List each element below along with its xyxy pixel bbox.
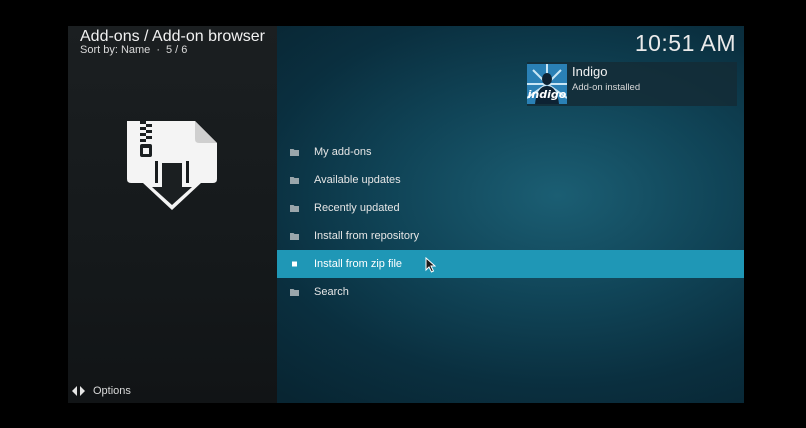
menu-item-install-from-repository[interactable]: Install from repository bbox=[277, 222, 744, 250]
menu-item-my-addons[interactable]: My add-ons bbox=[277, 138, 744, 166]
mouse-cursor-icon bbox=[425, 257, 436, 273]
menu-item-label: Search bbox=[314, 286, 349, 298]
menu-item-install-from-zip-file[interactable]: Install from zip file bbox=[277, 250, 744, 278]
folder-icon bbox=[290, 177, 299, 184]
options-label: Options bbox=[93, 385, 131, 397]
kodi-screen: Options Add-ons / Add-on browser Sort by… bbox=[68, 26, 744, 403]
menu-item-label: Install from repository bbox=[314, 230, 420, 242]
sort-info: Sort by: Name · 5 / 6 bbox=[80, 44, 187, 56]
indigo-logo-text: indigo bbox=[528, 88, 567, 101]
options-arrows-icon bbox=[72, 386, 85, 396]
folder-icon bbox=[290, 205, 299, 212]
notification-title: Indigo bbox=[572, 64, 608, 79]
notification-toast: indigo Indigo Add-on installed bbox=[527, 62, 737, 106]
sort-separator: · bbox=[156, 44, 160, 56]
sort-label: Sort by: Name bbox=[80, 44, 151, 56]
indigo-addon-icon: indigo bbox=[527, 64, 567, 104]
menu-item-search[interactable]: Search bbox=[277, 278, 744, 306]
menu-item-label: Install from zip file bbox=[314, 258, 403, 270]
notification-message: Add-on installed bbox=[572, 82, 641, 93]
folder-icon bbox=[290, 289, 299, 296]
item-position: 5 / 6 bbox=[165, 44, 188, 56]
clock: 10:51 AM bbox=[634, 30, 736, 56]
menu-item-available-updates[interactable]: Available updates bbox=[277, 166, 744, 194]
folder-icon bbox=[290, 233, 299, 240]
zip-file-install-icon bbox=[127, 121, 217, 210]
square-icon bbox=[292, 261, 297, 267]
menu-item-recently-updated[interactable]: Recently updated bbox=[277, 194, 744, 222]
menu-item-label: My add-ons bbox=[314, 146, 372, 158]
menu-item-label: Recently updated bbox=[314, 202, 400, 214]
addon-browser-menu: My add-ons Available updates Recently up… bbox=[277, 138, 744, 306]
menu-item-label: Available updates bbox=[314, 174, 401, 186]
folder-icon bbox=[290, 149, 299, 156]
left-info-panel: Options bbox=[68, 26, 277, 403]
